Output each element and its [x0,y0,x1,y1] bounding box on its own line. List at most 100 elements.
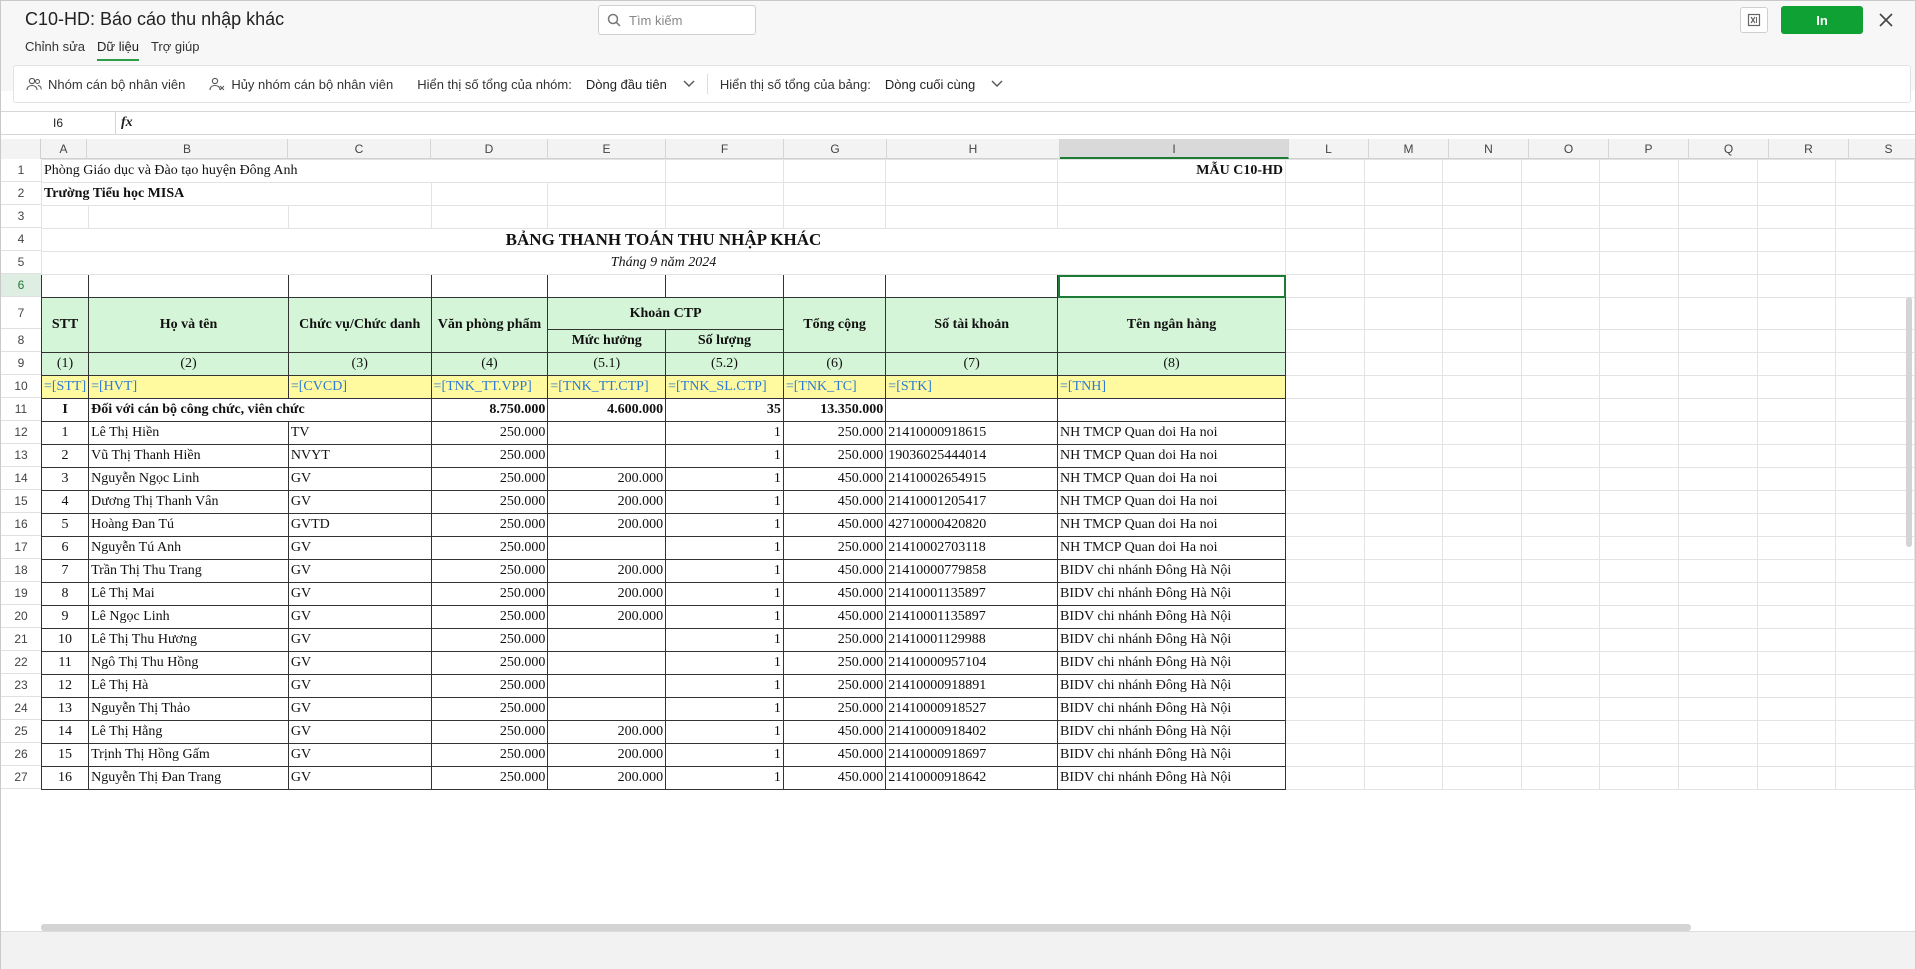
staff-ctp-qty[interactable]: 1 [665,720,784,744]
staff-total[interactable]: 450.000 [782,720,887,744]
row-header-8[interactable]: 8 [1,329,41,352]
empty-cell[interactable] [1835,513,1915,537]
row-header-9[interactable]: 9 [1,352,41,375]
empty-cell[interactable] [1756,490,1837,514]
empty-cell[interactable] [1678,274,1758,298]
index-cell[interactable]: (8) [1056,352,1287,376]
empty-cell[interactable] [287,205,432,229]
staff-ctp-qty[interactable]: 1 [665,743,784,767]
token-cell[interactable]: =[TNK_TC] [782,375,887,399]
empty-cell[interactable] [1756,559,1837,583]
empty-cell[interactable] [1442,274,1522,298]
empty-cell[interactable] [1285,743,1365,767]
empty-cell[interactable] [1678,697,1758,721]
group-total[interactable]: 13.350.000 [782,398,887,422]
empty-cell[interactable] [1835,628,1915,652]
empty-cell[interactable] [1285,421,1365,445]
report-heading[interactable]: BẢNG THANH TOÁN THU NHẬP KHÁC [40,228,1287,252]
staff-stt[interactable]: 4 [40,490,90,514]
empty-cell[interactable] [1363,467,1444,491]
empty-cell[interactable] [1599,467,1680,491]
empty-cell[interactable] [1835,251,1915,275]
row-header-21[interactable]: 21 [1,628,41,651]
empty-cell[interactable] [1363,205,1444,229]
empty-cell[interactable] [1520,513,1601,537]
staff-name[interactable]: Lê Thị Hà [88,674,289,698]
staff-office[interactable]: 250.000 [430,513,549,537]
empty-cell[interactable] [1599,159,1680,183]
empty-cell[interactable] [1285,674,1365,698]
group-name[interactable]: Đối với cán bộ công chức, viên chức [88,398,432,422]
staff-ctp-qty[interactable]: 1 [665,605,784,629]
report-period[interactable]: Tháng 9 năm 2024 [40,251,1287,275]
staff-account[interactable]: 21410001129988 [885,628,1058,652]
empty-cell[interactable] [1756,536,1837,560]
index-cell[interactable]: (4) [430,352,549,376]
staff-bank[interactable]: NH TMCP Quan doi Ha noi [1056,421,1287,445]
empty-cell[interactable] [1678,251,1758,275]
empty-cell[interactable] [1520,398,1601,422]
report-sheet[interactable]: Phòng Giáo dục và Đào tạo huyện Đông Anh… [40,159,1915,790]
empty-cell[interactable] [1678,159,1758,183]
staff-account[interactable]: 21410000918697 [885,743,1058,767]
empty-cell[interactable] [1520,444,1601,468]
staff-stt[interactable]: 1 [40,421,90,445]
empty-cell[interactable] [1285,467,1365,491]
staff-account[interactable]: 42710000420820 [885,513,1058,537]
empty-cell[interactable] [1442,467,1522,491]
empty-cell[interactable] [1285,159,1365,183]
staff-stt[interactable]: 15 [40,743,90,767]
staff-name[interactable]: Vũ Thị Thanh Hiền [88,444,289,468]
empty-cell[interactable] [1678,582,1758,606]
empty-cell[interactable] [1835,490,1915,514]
empty-cell[interactable] [1363,605,1444,629]
staff-ctp-rate[interactable]: 200.000 [547,490,667,514]
empty-cell[interactable] [1756,720,1837,744]
staff-name[interactable]: Nguyễn Tú Anh [88,536,289,560]
staff-total[interactable]: 250.000 [782,651,887,675]
empty-cell[interactable] [1835,205,1915,229]
empty-cell[interactable] [1442,720,1522,744]
empty-cell[interactable] [1520,297,1601,330]
empty-cell[interactable] [1363,228,1444,252]
row-header-23[interactable]: 23 [1,674,41,697]
index-cell[interactable]: (1) [40,352,90,376]
form-code[interactable]: MẪU C10-HD [1056,159,1287,183]
staff-account[interactable]: 21410000779858 [885,559,1058,583]
empty-cell[interactable] [1056,182,1287,206]
empty-cell[interactable] [1285,651,1365,675]
empty-cell[interactable] [1599,605,1680,629]
empty-cell[interactable] [1442,159,1522,183]
column-header-f[interactable]: F [666,139,784,159]
empty-cell[interactable] [1520,467,1601,491]
empty-cell[interactable] [1363,536,1444,560]
empty-cell[interactable] [88,274,289,298]
empty-cell[interactable] [1756,628,1837,652]
empty-cell[interactable] [1442,182,1522,206]
empty-cell[interactable] [1756,251,1837,275]
staff-ctp-rate[interactable]: 200.000 [547,605,667,629]
staff-ctp-qty[interactable]: 1 [665,513,784,537]
staff-name[interactable]: Lê Ngọc Linh [88,605,289,629]
staff-ctp-qty[interactable]: 1 [665,490,784,514]
empty-cell[interactable] [885,182,1058,206]
staff-ctp-rate[interactable]: 200.000 [547,720,667,744]
empty-cell[interactable] [1599,297,1680,330]
empty-cell[interactable] [1285,559,1365,583]
empty-cell[interactable] [1756,605,1837,629]
staff-position[interactable]: GV [287,582,432,606]
empty-cell[interactable] [430,205,549,229]
empty-cell[interactable] [1285,329,1365,353]
empty-cell[interactable] [1678,628,1758,652]
row-header-17[interactable]: 17 [1,536,41,559]
empty-cell[interactable] [1363,766,1444,790]
staff-ctp-rate[interactable] [547,536,667,560]
empty-cell[interactable] [1835,182,1915,206]
row-header-7[interactable]: 7 [1,297,41,329]
row-header-13[interactable]: 13 [1,444,41,467]
empty-cell[interactable] [1363,352,1444,376]
tab-help[interactable]: Trợ giúp [151,39,200,61]
empty-cell[interactable] [1520,274,1601,298]
staff-total[interactable]: 450.000 [782,605,887,629]
group-account[interactable] [885,398,1058,422]
